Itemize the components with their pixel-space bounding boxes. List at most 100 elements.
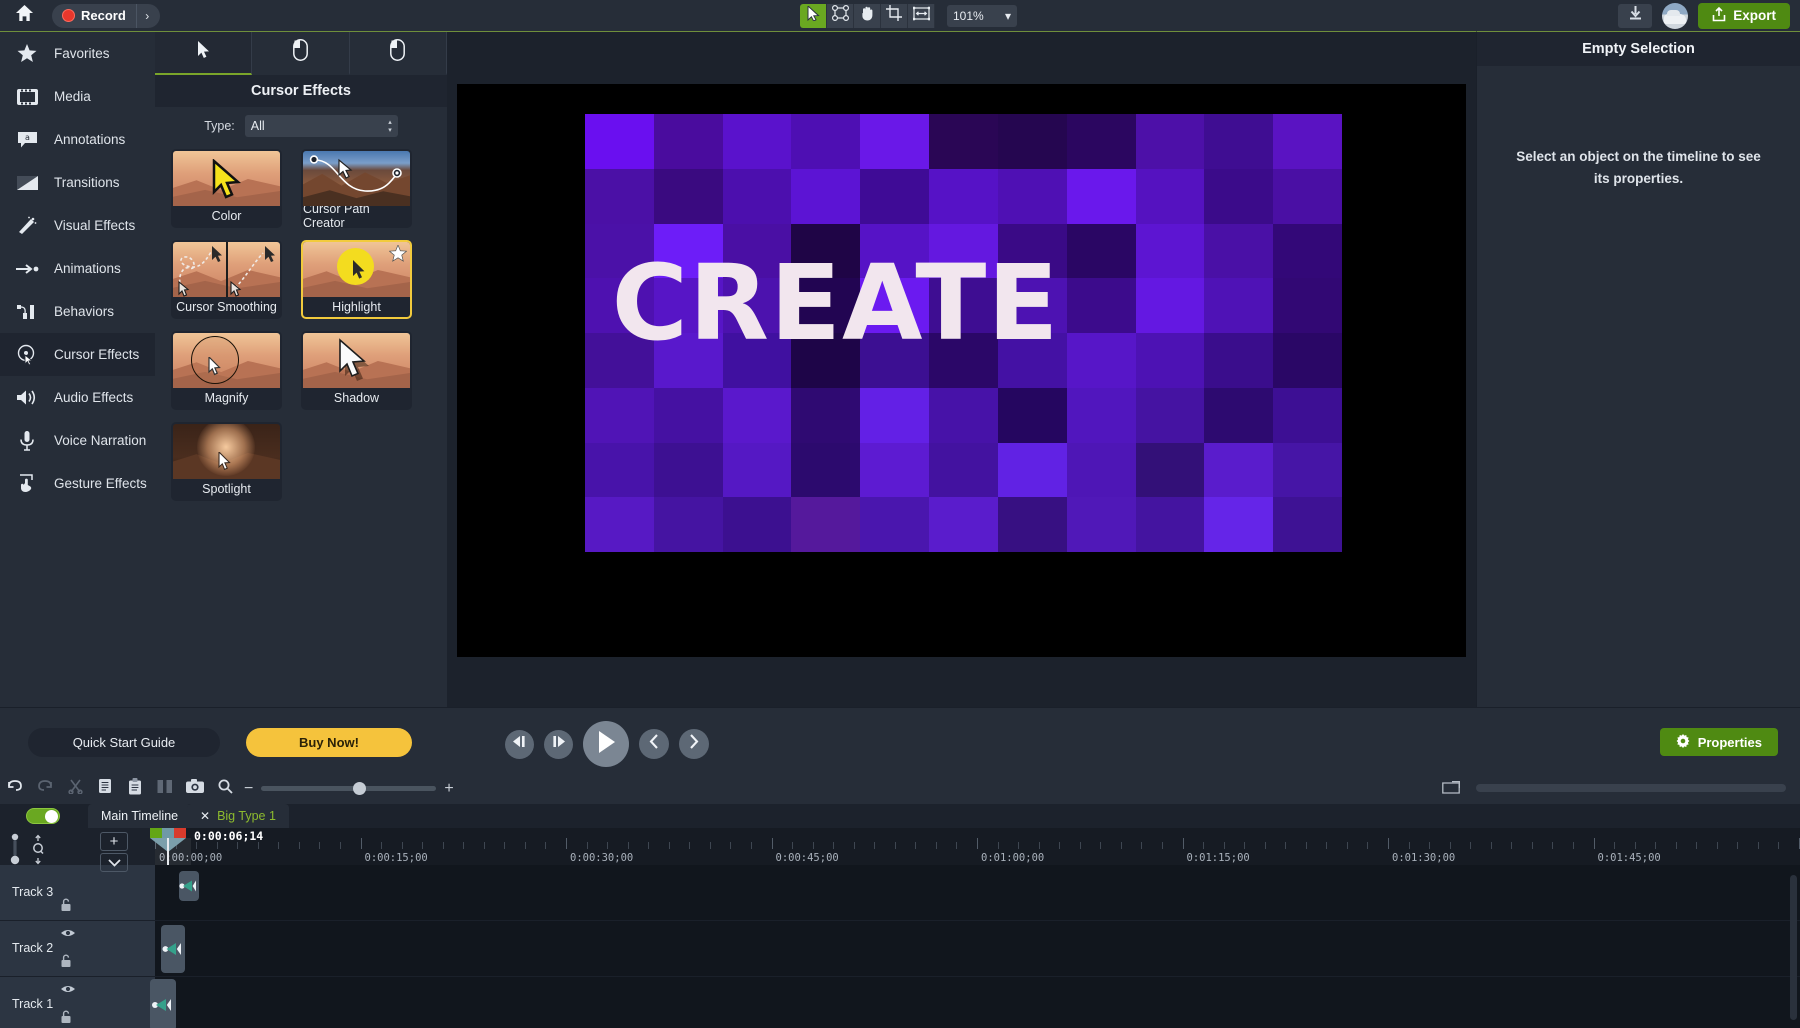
quick-start-guide-button[interactable]: Quick Start Guide bbox=[28, 728, 220, 757]
track-header-1[interactable]: Track 1 bbox=[0, 977, 155, 1028]
cursor-arrow-icon bbox=[807, 6, 820, 26]
ruler-tick bbox=[1655, 842, 1656, 849]
timeline-ruler[interactable]: 0:00:00;000:00:15;000:00:30;000:00:45;00… bbox=[155, 828, 1800, 865]
properties-button[interactable]: Properties bbox=[1660, 728, 1778, 756]
zoom-magnifier-icon[interactable] bbox=[210, 773, 240, 804]
previous-frame-button[interactable] bbox=[505, 730, 534, 759]
gear-icon bbox=[1676, 734, 1690, 751]
timeline-clip[interactable] bbox=[161, 925, 185, 973]
playhead-body[interactable] bbox=[162, 828, 174, 838]
tab-big-type-1[interactable]: ✕ Big Type 1 bbox=[187, 804, 289, 828]
close-icon[interactable]: ✕ bbox=[200, 809, 210, 823]
play-button[interactable] bbox=[583, 721, 629, 767]
avatar[interactable] bbox=[1662, 3, 1688, 29]
sidebar-item-annotations[interactable]: a Annotations bbox=[0, 118, 155, 161]
timeline-clip[interactable] bbox=[179, 871, 199, 901]
type-select[interactable]: All ▴▾ bbox=[245, 115, 398, 137]
timeline-horizontal-scrollbar[interactable] bbox=[1476, 784, 1786, 792]
redo-button[interactable] bbox=[30, 773, 60, 804]
paste-button[interactable] bbox=[120, 773, 150, 804]
ruler-tick bbox=[1388, 838, 1389, 849]
tab-cursor[interactable] bbox=[155, 32, 252, 75]
buy-now-button[interactable]: Buy Now! bbox=[246, 728, 412, 757]
sidebar-item-animations[interactable]: Animations bbox=[0, 247, 155, 290]
track-label: Track 1 bbox=[12, 997, 53, 1011]
lock-icon[interactable] bbox=[60, 1010, 72, 1028]
track-lane-3[interactable] bbox=[155, 865, 1800, 921]
tab-main-timeline[interactable]: Main Timeline bbox=[88, 804, 191, 828]
undo-button[interactable] bbox=[0, 773, 30, 804]
effect-card-shadow[interactable]: Shadow bbox=[301, 331, 412, 410]
timeline-enable-toggle[interactable] bbox=[26, 808, 60, 824]
cut-button[interactable] bbox=[60, 773, 90, 804]
sidebar-item-behaviors[interactable]: Behaviors bbox=[0, 290, 155, 333]
timeline-clip[interactable] bbox=[150, 979, 176, 1028]
effect-label: Magnify bbox=[173, 388, 280, 408]
timeline-zoom-handle[interactable] bbox=[353, 782, 366, 795]
effect-card-highlight[interactable]: Highlight bbox=[301, 240, 412, 319]
snapshot-button[interactable] bbox=[180, 773, 210, 804]
film-strip-icon bbox=[14, 89, 40, 105]
collapse-tracks-button[interactable] bbox=[100, 853, 128, 872]
sidebar-item-transitions[interactable]: Transitions bbox=[0, 161, 155, 204]
ruler-tick bbox=[1224, 842, 1225, 849]
ruler-tick bbox=[381, 842, 382, 849]
next-frame-button[interactable] bbox=[544, 730, 573, 759]
playhead-markers[interactable] bbox=[150, 828, 186, 838]
effect-card-magnify[interactable]: Magnify bbox=[171, 331, 282, 410]
split-button[interactable] bbox=[150, 773, 180, 804]
add-track-button[interactable]: + bbox=[100, 832, 128, 851]
tab-left-click[interactable] bbox=[252, 32, 349, 75]
sidebar-item-voice-narration[interactable]: Voice Narration bbox=[0, 419, 155, 462]
effect-card-cursor-smoothing[interactable]: Cursor Smoothing bbox=[171, 240, 282, 319]
record-dropdown-button[interactable]: › bbox=[136, 4, 158, 28]
eye-icon[interactable] bbox=[60, 981, 76, 999]
timeline-vertical-scrollbar[interactable] bbox=[1790, 875, 1797, 1020]
effect-card-color[interactable]: Color bbox=[171, 149, 282, 228]
select-tool-button[interactable] bbox=[800, 4, 827, 28]
sidebar-item-label: Behaviors bbox=[54, 304, 114, 319]
smoothing-paths-icon bbox=[173, 242, 280, 297]
fit-tool-button[interactable] bbox=[908, 4, 935, 28]
hand-tool-button[interactable] bbox=[854, 4, 881, 28]
lock-icon[interactable] bbox=[60, 898, 72, 917]
sidebar-item-gesture-effects[interactable]: Gesture Effects bbox=[0, 462, 155, 505]
ruler-tick bbox=[772, 838, 773, 849]
video-canvas[interactable]: CREATE bbox=[457, 84, 1466, 657]
lock-icon[interactable] bbox=[60, 954, 72, 973]
avatar-photo bbox=[1664, 14, 1686, 24]
tab-right-click[interactable] bbox=[350, 32, 447, 75]
export-button[interactable]: Export bbox=[1698, 3, 1790, 29]
home-button[interactable] bbox=[0, 0, 48, 31]
previous-clip-button[interactable] bbox=[639, 729, 669, 759]
eye-icon[interactable] bbox=[60, 925, 76, 943]
edit-points-tool-button[interactable] bbox=[827, 4, 854, 28]
ruler-tick bbox=[587, 842, 588, 849]
record-button[interactable]: Record bbox=[54, 4, 136, 28]
in-point-marker[interactable] bbox=[150, 828, 162, 838]
sidebar-item-media[interactable]: Media bbox=[0, 75, 155, 118]
crop-tool-button[interactable] bbox=[881, 4, 908, 28]
zoom-out-button[interactable]: − bbox=[244, 780, 253, 798]
sidebar-item-visual-effects[interactable]: Visual Effects bbox=[0, 204, 155, 247]
sidebar-item-audio-effects[interactable]: Audio Effects bbox=[0, 376, 155, 419]
track-header-2[interactable]: Track 2 bbox=[0, 921, 155, 977]
tab-label: Main Timeline bbox=[101, 809, 178, 823]
sidebar-item-favorites[interactable]: Favorites bbox=[0, 32, 155, 75]
timeline-zoom-slider[interactable] bbox=[261, 786, 436, 791]
zoom-level-select[interactable]: 101% ▾ bbox=[947, 5, 1017, 27]
download-button[interactable] bbox=[1618, 4, 1652, 28]
record-dot-icon bbox=[62, 9, 75, 22]
sidebar-item-cursor-effects[interactable]: Cursor Effects bbox=[0, 333, 155, 376]
out-point-marker[interactable] bbox=[174, 828, 186, 838]
next-clip-button[interactable] bbox=[679, 729, 709, 759]
track-lane-2[interactable] bbox=[155, 921, 1800, 977]
zoom-in-button[interactable]: + bbox=[444, 780, 453, 798]
effect-card-cursor-path-creator[interactable]: Cursor Path Creator bbox=[301, 149, 412, 228]
effect-card-spotlight[interactable]: Spotlight bbox=[171, 422, 282, 501]
track-lane-1[interactable] bbox=[155, 977, 1800, 1028]
copy-button[interactable] bbox=[90, 773, 120, 804]
ruler-tick bbox=[1326, 842, 1327, 849]
track-height-controls[interactable] bbox=[6, 832, 86, 879]
detach-timeline-button[interactable] bbox=[1442, 781, 1460, 799]
